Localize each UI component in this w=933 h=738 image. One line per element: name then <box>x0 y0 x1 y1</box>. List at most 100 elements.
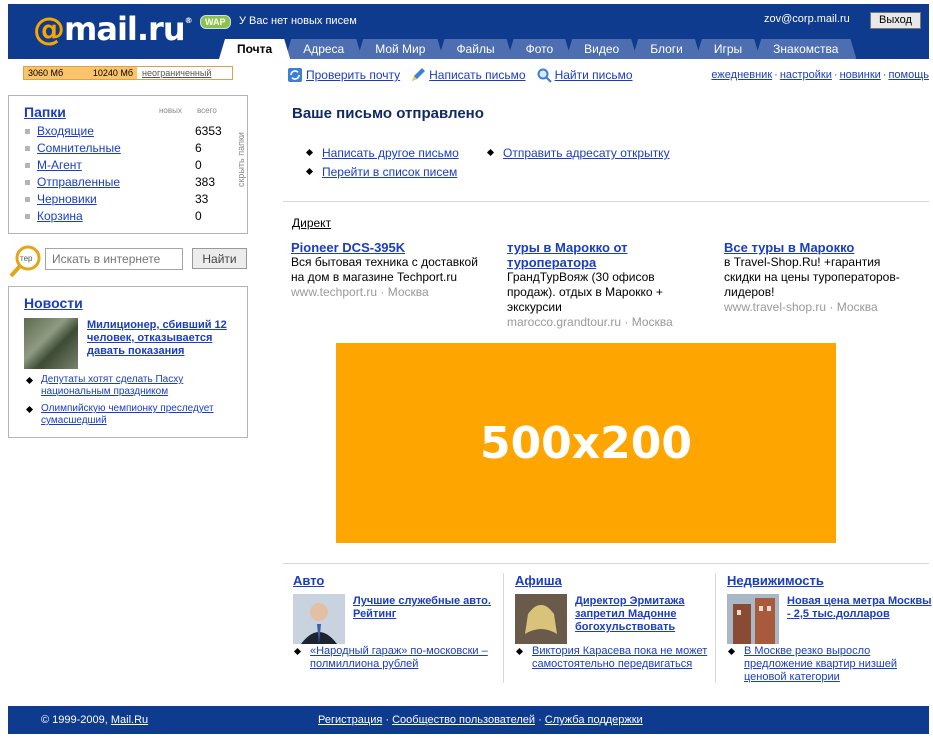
col-new-label: новых <box>159 106 182 115</box>
folder-count: 383 <box>195 175 216 189</box>
quota-used: 3060 Мб <box>28 68 64 78</box>
link-help[interactable]: помощь <box>888 69 929 81</box>
tab-8[interactable]: Знакомства <box>755 39 856 59</box>
check-mail-button[interactable]: Проверить почту <box>287 66 400 84</box>
folder-name[interactable]: Корзина <box>37 209 83 223</box>
folder-dot-icon <box>25 163 30 168</box>
ad-title[interactable]: Pioneer DCS-395K <box>291 240 491 255</box>
folder-row[interactable]: Корзина 0 <box>25 209 235 226</box>
folder-row[interactable]: Сомнительные 6 <box>25 141 235 158</box>
top-links: ежедневник · настройки · новинки · помощь <box>711 69 929 81</box>
ad-title[interactable]: Все туры в Марокко <box>724 240 909 255</box>
section-title[interactable]: Авто <box>293 573 498 588</box>
tab-2[interactable]: Мой Мир <box>357 39 443 59</box>
section-title[interactable]: Афиша <box>515 573 720 588</box>
column-divider <box>503 573 504 683</box>
quota-total: 10240 Мб <box>92 68 133 78</box>
service-tabs: Почта Адреса Мой Мир Файлы Фото Видео Блоги Игр… <box>219 39 851 59</box>
search-input[interactable] <box>45 248 183 270</box>
wap-badge[interactable]: WAP <box>200 15 231 29</box>
realty-photo[interactable] <box>727 594 779 644</box>
tab-7[interactable]: Игры <box>696 39 760 59</box>
ad-banner-placeholder[interactable]: 500x200 <box>336 343 836 543</box>
folder-row[interactable]: Отправленные 383 <box>25 175 235 192</box>
folder-row[interactable]: Входящие 6353 <box>25 124 235 141</box>
footer-brand-link[interactable]: Mail.Ru <box>111 714 148 726</box>
folder-count: 6 <box>195 141 202 155</box>
copyright: © 1999-2009, Mail.Ru <box>41 714 149 726</box>
link-news[interactable]: новинки <box>840 69 881 81</box>
tab-5[interactable]: Видео <box>566 39 637 59</box>
direct-label[interactable]: Директ <box>292 216 331 230</box>
section-title[interactable]: Недвижимость <box>727 573 932 588</box>
section-headline[interactable]: Директор Эрмитажа запретил Мадонне богох… <box>575 595 725 634</box>
ad-desc: ГрандТурВояж (30 офисов продаж). отдых в… <box>507 270 663 314</box>
tab-6[interactable]: Блоги <box>632 39 701 59</box>
folder-row[interactable]: Черновики 33 <box>25 192 235 209</box>
link-settings[interactable]: настройки <box>780 69 832 81</box>
go-to-list-link[interactable]: Перейти в список писем <box>305 165 457 179</box>
hide-folders-toggle[interactable]: скрыть папки <box>236 105 250 215</box>
link-diary[interactable]: ежедневник <box>711 69 772 81</box>
folder-count: 6353 <box>195 124 222 138</box>
folders-title[interactable]: Папки <box>24 104 66 120</box>
send-postcard-link[interactable]: Отправить адресату открытку <box>486 146 670 160</box>
auto-photo[interactable] <box>293 594 345 644</box>
mailru-logo[interactable]: @mail.ru® <box>33 10 193 48</box>
news-item[interactable]: Депутаты хотят сделать Пасху национальны… <box>25 374 242 398</box>
folder-row[interactable]: М-Агент 0 <box>25 158 235 175</box>
find-mail-label: Найти письмо <box>554 68 633 82</box>
search-button[interactable]: Найти <box>192 248 247 269</box>
ad-title[interactable]: туры в Марокко от туроператора <box>507 240 682 270</box>
footer-link-register[interactable]: Регистрация <box>318 714 382 726</box>
afisha-photo[interactable] <box>515 594 567 644</box>
divider <box>283 201 929 202</box>
tab-4[interactable]: Фото <box>508 39 572 59</box>
folder-name[interactable]: Отправленные <box>37 175 120 189</box>
section-headline[interactable]: Новая цена метра Москвы - 2,5 тыс.доллар… <box>787 595 933 621</box>
news-title[interactable]: Новости <box>24 295 83 311</box>
section-item[interactable]: В Москве резко выросло предложение кварт… <box>727 645 927 684</box>
section-auto: Авто Лучшие служебные авто. Рейтинг «Нар… <box>293 573 498 670</box>
refresh-icon <box>288 68 302 82</box>
bullet-icon <box>305 167 314 176</box>
footer-link-community[interactable]: Сообщество пользователей <box>392 714 535 726</box>
folder-count: 33 <box>195 192 209 206</box>
folder-dot-icon <box>25 129 30 134</box>
ad-desc: Вся бытовая техника с доставкой на дом в… <box>291 255 478 284</box>
search-icon-text: тер <box>20 254 33 263</box>
folder-name[interactable]: Черновики <box>37 192 97 206</box>
bullet-icon <box>486 148 495 157</box>
tab-3[interactable]: Файлы <box>438 39 512 59</box>
header-bar: @mail.ru® WAP У Вас нет новых писем zov@… <box>8 4 929 59</box>
section-item[interactable]: Виктория Карасева пока не может самостоя… <box>515 645 715 671</box>
news-headline[interactable]: Милиционер, сбивший 12 человек, отказыва… <box>87 319 237 358</box>
folders-panel: Папки новых всего Входящие 6353 Сомнительн… <box>8 95 248 234</box>
news-item[interactable]: Олимпийскую чемпионку преследует сумасше… <box>25 403 242 427</box>
section-item[interactable]: «Народный гараж» по-московски – полмилли… <box>293 645 493 671</box>
section-afisha: Афиша Директор Эрмитажа запретил Мадонне… <box>515 573 720 670</box>
user-email: zov@corp.mail.ru <box>764 13 850 25</box>
tab-1[interactable]: Адреса <box>285 39 362 59</box>
news-photo[interactable] <box>24 318 78 369</box>
write-mail-button[interactable]: Написать письмо <box>410 66 526 84</box>
tab-0[interactable]: Почта <box>219 39 290 59</box>
folder-name[interactable]: Сомнительные <box>37 141 121 155</box>
ad-url: www.techport.ru · Москва <box>291 285 429 299</box>
folder-name[interactable]: Входящие <box>37 124 94 138</box>
footer-link-support[interactable]: Служба поддержки <box>545 714 643 726</box>
folder-count: 0 <box>195 158 202 172</box>
magnifier-icon <box>537 68 552 83</box>
section-headline[interactable]: Лучшие служебные авто. Рейтинг <box>353 595 503 621</box>
no-new-mail-status: У Вас нет новых писем <box>239 15 357 27</box>
folder-name[interactable]: М-Агент <box>37 158 82 172</box>
section-realty: Недвижимость Новая цена метра Москвы - 2… <box>727 573 932 683</box>
write-other-link[interactable]: Написать другое письмо <box>305 146 459 160</box>
quota-unlimited-link[interactable]: неограниченный <box>137 67 211 79</box>
logout-button[interactable]: Выход <box>870 12 921 29</box>
col-total-label: всего <box>197 106 217 115</box>
find-mail-button[interactable]: Найти письмо <box>536 66 633 84</box>
footer-links: Регистрация · Сообщество пользователей ·… <box>318 714 643 726</box>
ad-block: туры в Марокко от туроператора ГрандТурВ… <box>507 240 682 330</box>
sent-confirmation-title: Ваше письмо отправлено <box>292 105 484 122</box>
